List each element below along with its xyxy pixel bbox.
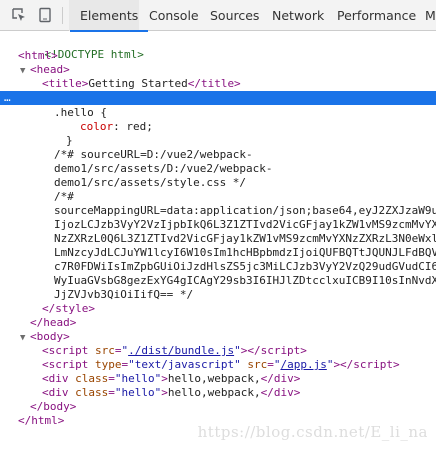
script-bundle-link[interactable]: ./dist/bundle.js [128,344,234,357]
comment-line-7: LmNzcyJdLCJuYW1lcyI6W10sIm1hcHBpbmdzIjoi… [54,246,436,259]
device-toolbar-icon[interactable] [37,7,53,23]
doctype-node[interactable]: <!DOCTYPE html> [0,35,436,61]
comment-line-5: IjozLCJzb3VyY2VzIjpbIkQ6L3Z1ZTIvd2VicGFj… [54,218,436,231]
elements-dom-tree: <!DOCTYPE html> <html> ▼ <head> <title>Ge… [0,31,436,455]
comment-line-9: WyIuaGVsbG8gezExYG4gICAgY29sb3I6IHJlZDtc… [54,274,436,287]
inspect-element-icon[interactable] [11,7,27,23]
script-bundle-node[interactable]: <script src="./dist/bundle.js"></script> [0,344,436,358]
style-close-node[interactable]: </style> [0,302,436,316]
title-text: Getting Started [88,77,188,90]
script-app-link[interactable]: /app.js [280,358,326,371]
style-node-selected[interactable]: … ▼ <style type="text/css"> == $0 [0,91,436,117]
title-node[interactable]: <title>Getting Started</title> [0,77,436,91]
comment-line-10: JjZVJvb3QiOiIifQ== */ [54,288,194,301]
css-selector-line: .hello { [54,106,107,119]
comment-line-2: demo1/src/assets/style.css */ [54,176,247,189]
comment-line-4: sourceMappingURL=data:application/json;b… [54,204,436,217]
div-hello-node[interactable]: <div class="hello">hello,webpack,</div> [0,372,436,386]
body-close-node[interactable]: </body> [0,400,436,414]
tab-console[interactable]: Console [149,0,199,31]
tab-performance[interactable]: Performance [337,0,416,31]
script-app-node[interactable]: <script type="text/javascript" src="/app… [0,358,436,372]
div-hello-node[interactable]: <div class="hello">hello,webpack,</div> [0,386,436,400]
html-open-node[interactable]: <html> [0,49,436,63]
more-options-icon[interactable]: … [4,91,11,104]
comment-line-0: /*# sourceURL=D:/vue2/webpack- [54,148,253,161]
comment-line-3: /*# [54,190,74,203]
comment-line-1: demo1/src/assets/D:/vue2/webpack- [54,162,273,175]
tab-network[interactable]: Network [272,0,324,31]
head-close-node[interactable]: </head> [0,316,436,330]
comment-line-6: NzZXRzL0Q6L3Z1ZTIvd2VicGFjay1kZW1vMS9zcm… [54,232,436,245]
body-open-node[interactable]: ▼ <body> [0,330,436,344]
head-open-node[interactable]: ▼ <head> [0,63,436,77]
css-close-line: } [66,134,73,147]
css-rule-line: color: red; [80,120,153,133]
toolbar-separator [62,7,63,24]
tab-more[interactable]: M [425,0,436,31]
tab-elements[interactable]: Elements [69,0,149,32]
comment-line-8: c7R0FDWiIsImZpbGUiOiJzdHlsZS5jc3MiLCJzb3… [54,260,436,273]
devtools-toolbar: Elements Console Sources Network Perform… [0,0,436,32]
watermark: https://blog.csdn.net/E_li_na [197,423,428,441]
tab-sources[interactable]: Sources [210,0,259,31]
